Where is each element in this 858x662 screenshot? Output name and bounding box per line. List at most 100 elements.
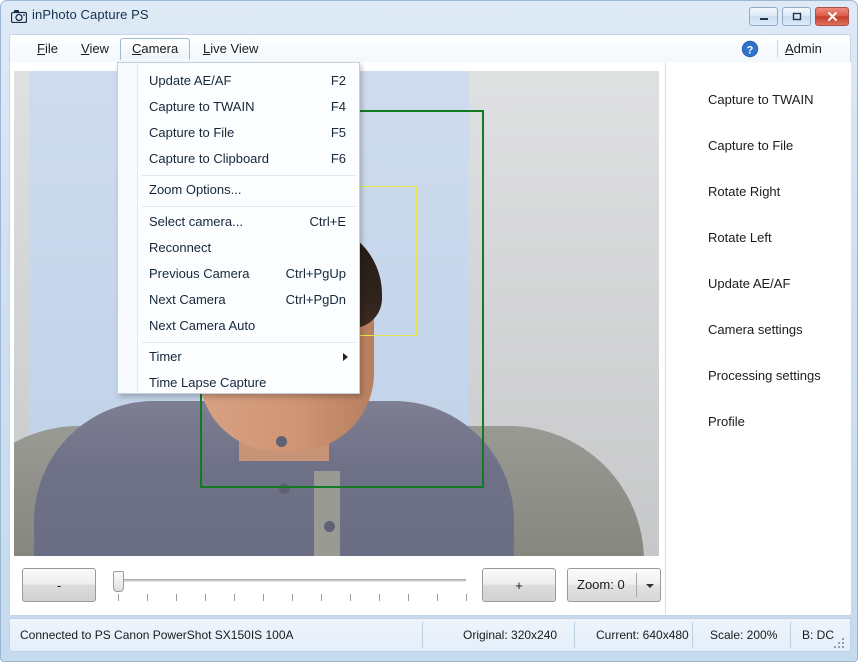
slider-tick (118, 594, 119, 601)
status-bar: Connected to PS Canon PowerShot SX150IS … (9, 618, 851, 652)
close-icon (816, 8, 848, 25)
submenu-arrow-icon (343, 353, 348, 361)
zoom-level-combobox[interactable]: Zoom: 0 (567, 568, 661, 602)
action-profile[interactable]: Profile (708, 414, 745, 429)
menu-icon-gutter (118, 63, 138, 393)
menu-file-mnemonic: F (37, 41, 45, 56)
slider-tick (205, 594, 206, 601)
action-capture-to-file[interactable]: Capture to File (708, 138, 793, 153)
menu-admin-mnemonic: A (785, 41, 794, 56)
status-scale: Scale: 200% (710, 628, 777, 642)
status-divider (422, 622, 423, 648)
close-button[interactable] (815, 7, 849, 26)
slider-tick (263, 594, 264, 601)
menu-item-accelerator: F6 (331, 151, 346, 166)
menu-item-accelerator: F5 (331, 125, 346, 140)
status-buffer: B: DC (802, 628, 834, 642)
resize-grip[interactable] (834, 636, 846, 648)
status-original: Original: 320x240 (463, 628, 557, 642)
menu-item-label: Capture to TWAIN (149, 99, 254, 114)
menu-item-reconnect[interactable]: Reconnect (139, 235, 360, 261)
svg-text:?: ? (747, 44, 754, 56)
zoom-slider-track[interactable] (118, 579, 466, 582)
menu-item-label: Reconnect (149, 240, 211, 255)
maximize-button[interactable] (782, 7, 811, 26)
help-icon[interactable]: ? (741, 40, 759, 58)
status-divider (692, 622, 693, 648)
menu-item-capture-to-clipboard[interactable]: Capture to Clipboard F6 (139, 146, 360, 172)
action-panel: Capture to TWAIN Capture to File Rotate … (665, 62, 851, 614)
minimize-icon (750, 8, 777, 25)
shirt-button (324, 521, 335, 532)
zoom-slider-thumb[interactable] (113, 571, 124, 592)
action-capture-to-twain[interactable]: Capture to TWAIN (708, 92, 813, 107)
menu-item-accelerator: Ctrl+PgUp (286, 266, 346, 281)
status-current: Current: 640x480 (596, 628, 689, 642)
menu-item-next-camera-auto[interactable]: Next Camera Auto (139, 313, 360, 339)
menu-item-label: Zoom Options... (149, 182, 241, 197)
camera-icon (11, 9, 27, 23)
menu-file[interactable]: File (26, 38, 69, 60)
menu-view-rest: iew (89, 41, 109, 56)
menu-item-accelerator: Ctrl+PgDn (286, 292, 346, 307)
menu-item-label: Timer (149, 349, 182, 364)
menu-item-accelerator: F2 (331, 73, 346, 88)
slider-tick (466, 594, 467, 601)
action-processing-settings[interactable]: Processing settings (708, 368, 821, 383)
menu-live-view[interactable]: Live View (192, 38, 269, 60)
zoom-level-value: Zoom: 0 (577, 577, 625, 592)
menu-separator (142, 206, 355, 207)
zoom-slider[interactable] (110, 568, 470, 608)
zoom-out-button[interactable]: - (22, 568, 96, 602)
window-title: inPhoto Capture PS (32, 7, 149, 22)
title-bar: inPhoto Capture PS (1, 1, 858, 31)
slider-tick (379, 594, 380, 601)
action-rotate-right[interactable]: Rotate Right (708, 184, 780, 199)
menu-admin-rest: dmin (794, 41, 822, 56)
menu-view[interactable]: View (70, 38, 120, 60)
action-update-ae-af[interactable]: Update AE/AF (708, 276, 790, 291)
menu-separator (142, 342, 355, 343)
menu-item-capture-to-twain[interactable]: Capture to TWAIN F4 (139, 94, 360, 120)
menu-item-label: Select camera... (149, 214, 243, 229)
menu-item-time-lapse-capture[interactable]: Time Lapse Capture (139, 370, 360, 396)
slider-tick (292, 594, 293, 601)
menu-item-select-camera[interactable]: Select camera... Ctrl+E (139, 209, 360, 235)
slider-tick (437, 594, 438, 601)
zoom-controls: - + Zoom: 0 (10, 557, 660, 615)
status-divider (574, 622, 575, 648)
menu-item-label: Capture to File (149, 125, 234, 140)
application-window: inPhoto Capture PS File (0, 0, 858, 662)
slider-tick (176, 594, 177, 601)
menu-item-label: Previous Camera (149, 266, 249, 281)
action-rotate-left[interactable]: Rotate Left (708, 230, 772, 245)
menu-item-accelerator: Ctrl+E (310, 214, 346, 229)
status-divider (790, 622, 791, 648)
menu-camera-mnemonic: C (132, 41, 141, 56)
menu-camera[interactable]: Camera (120, 38, 190, 60)
menu-admin[interactable]: Admin (785, 38, 822, 60)
slider-tick (408, 594, 409, 601)
menu-live-view-rest: ive View (210, 41, 258, 56)
menu-item-next-camera[interactable]: Next Camera Ctrl+PgDn (139, 287, 360, 313)
zoom-in-button[interactable]: + (482, 568, 556, 602)
slider-tick (350, 594, 351, 601)
menu-item-previous-camera[interactable]: Previous Camera Ctrl+PgUp (139, 261, 360, 287)
menu-camera-rest: amera (141, 41, 178, 56)
menu-item-capture-to-file[interactable]: Capture to File F5 (139, 120, 360, 146)
slider-tick (321, 594, 322, 601)
chevron-down-icon[interactable] (646, 584, 654, 588)
action-camera-settings[interactable]: Camera settings (708, 322, 803, 337)
combobox-divider (636, 573, 637, 597)
menu-item-label: Capture to Clipboard (149, 151, 269, 166)
slider-tick (234, 594, 235, 601)
camera-dropdown-menu: Update AE/AF F2 Capture to TWAIN F4 Capt… (117, 62, 360, 394)
minimize-button[interactable] (749, 7, 778, 26)
menu-item-label: Next Camera (149, 292, 226, 307)
menu-item-zoom-options[interactable]: Zoom Options... (139, 177, 360, 203)
slider-tick (147, 594, 148, 601)
menu-item-accelerator: F4 (331, 99, 346, 114)
menu-item-timer[interactable]: Timer (139, 344, 360, 370)
menu-item-label: Next Camera Auto (149, 318, 255, 333)
menu-item-update-ae-af[interactable]: Update AE/AF F2 (139, 68, 360, 94)
